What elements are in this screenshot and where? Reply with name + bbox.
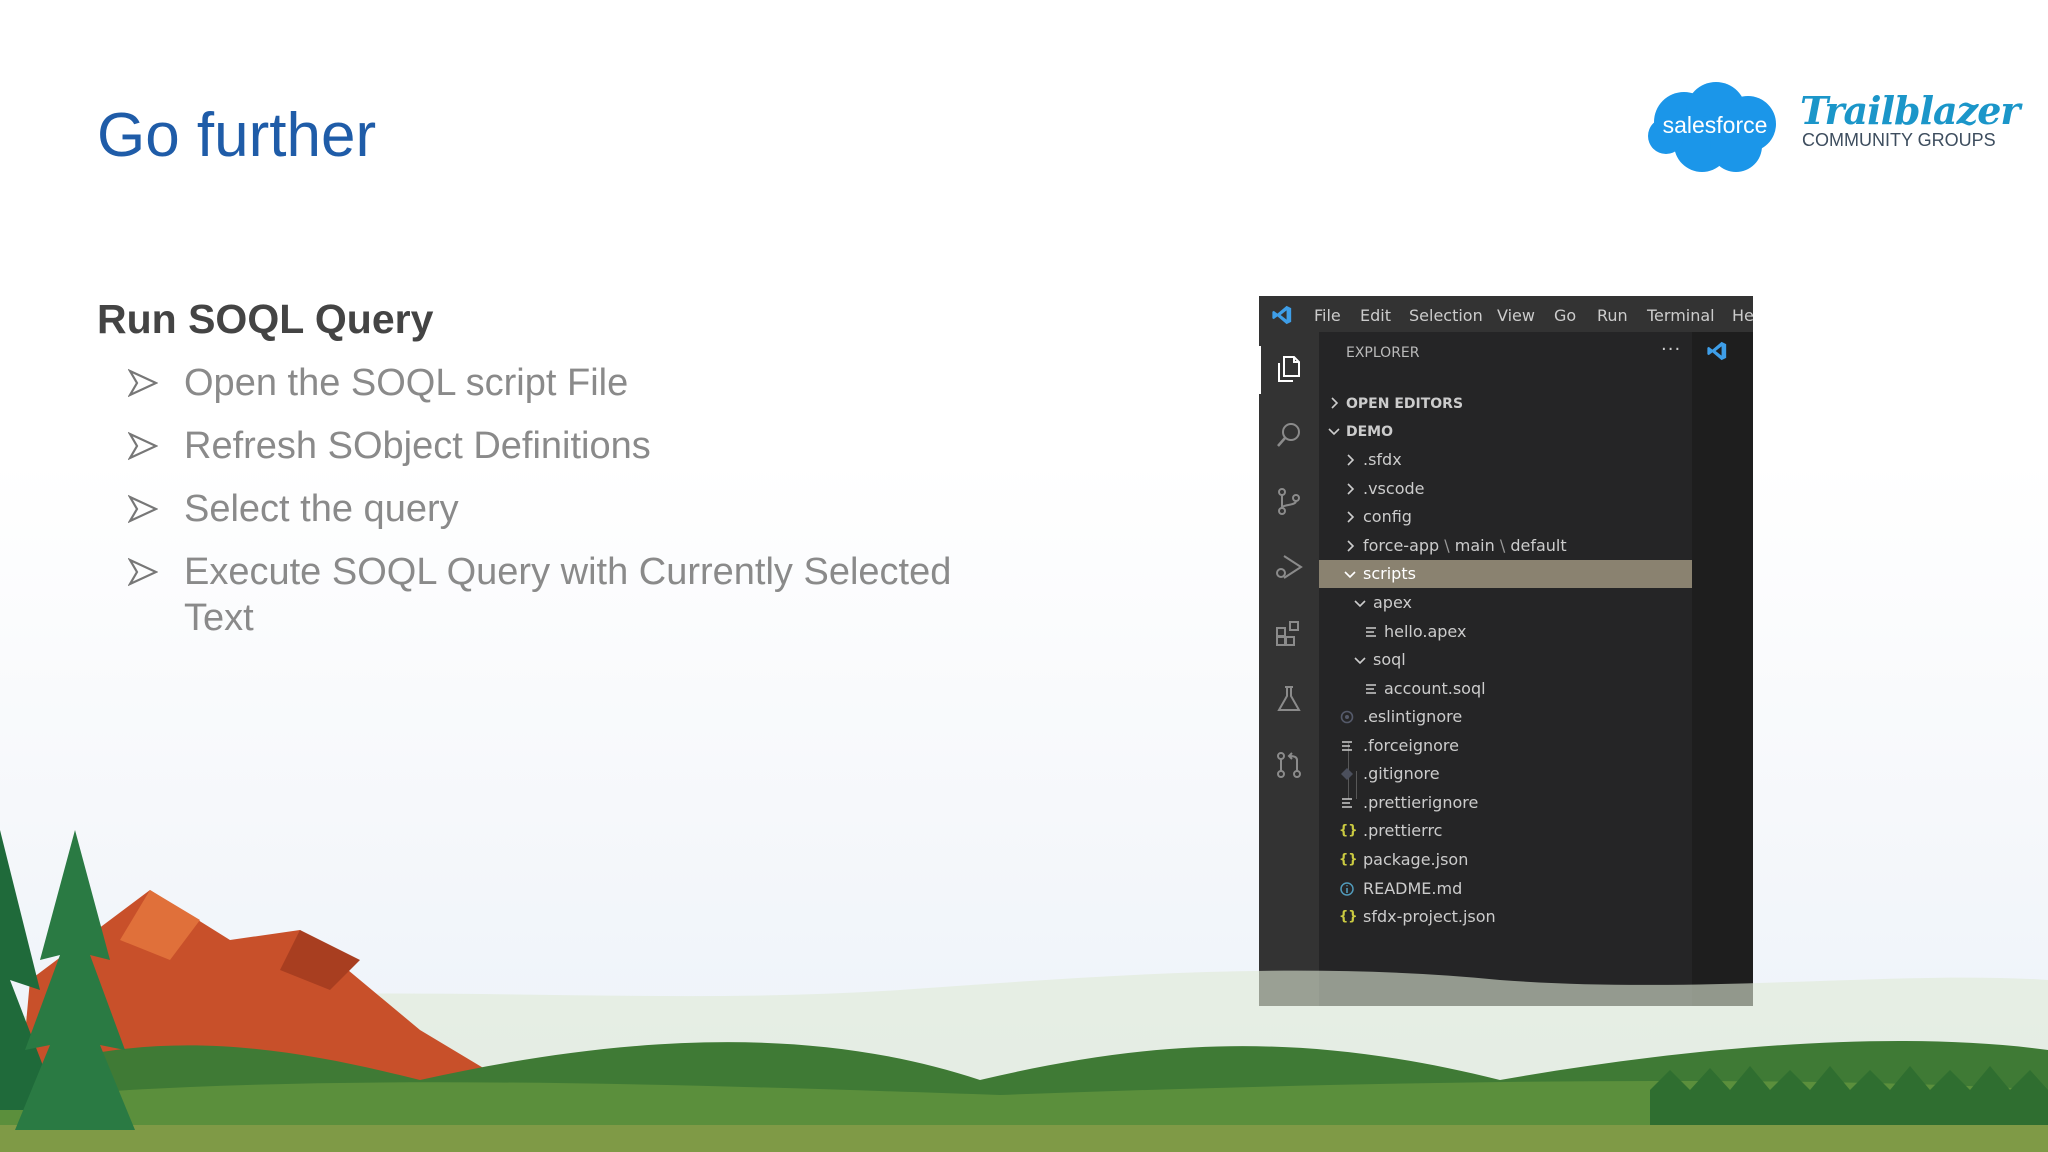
bullet-text: Open the SOQL script File <box>184 362 629 404</box>
git-icon <box>1341 768 1353 780</box>
explorer-icon[interactable] <box>1274 354 1304 384</box>
text-file-icon <box>1342 741 1352 751</box>
extensions-icon[interactable] <box>1274 618 1304 648</box>
eslint-icon <box>1340 710 1354 724</box>
bullet-item: Select the query <box>128 486 1008 532</box>
path-segment: force-app <box>1363 536 1440 555</box>
arrow-bullet-icon <box>128 494 158 524</box>
chevron-down-icon <box>1354 600 1366 608</box>
tree-label: .sfdx <box>1363 450 1402 469</box>
menu-view[interactable]: View <box>1497 306 1535 325</box>
tree-label: hello.apex <box>1384 622 1467 641</box>
tree-folder-sfdx[interactable]: .sfdx <box>1319 446 1692 474</box>
text-file-icon <box>1366 627 1376 637</box>
tree-label: apex <box>1373 593 1412 612</box>
chevron-right-icon <box>1331 397 1339 409</box>
tree-file-gitignore[interactable]: .gitignore <box>1319 760 1692 788</box>
arrow-bullet-icon <box>128 557 158 587</box>
tree-label: .vscode <box>1363 479 1425 498</box>
bullet-text: Refresh SObject Definitions <box>184 425 651 467</box>
tree-label: account.soql <box>1384 679 1486 698</box>
testing-icon[interactable] <box>1274 684 1304 714</box>
slide: Go further salesforce Trailblazer COMMUN… <box>0 0 2048 1152</box>
tree-folder-scripts[interactable]: scripts <box>1319 560 1692 588</box>
demo-section[interactable]: DEMO <box>1319 418 1692 446</box>
tree-label: config <box>1363 507 1412 526</box>
menu-file[interactable]: File <box>1314 306 1341 325</box>
menu-terminal[interactable]: Terminal <box>1647 306 1715 325</box>
menu-bar: File Edit Selection View Go Run Terminal… <box>1259 296 1753 332</box>
tree-folder-force-app[interactable]: force-app \ main \ default <box>1319 532 1692 560</box>
tree-label: scripts <box>1363 564 1416 583</box>
community-groups-label: COMMUNITY GROUPS <box>1802 130 1996 150</box>
tree-file-forceignore[interactable]: .forceignore <box>1319 732 1692 760</box>
arrow-bullet-icon <box>128 431 158 461</box>
tree-file-eslintignore[interactable]: .eslintignore <box>1319 703 1692 731</box>
menu-selection[interactable]: Selection <box>1409 306 1483 325</box>
salesforce-wordmark: salesforce <box>1662 112 1768 138</box>
chevron-right-icon <box>1347 454 1355 466</box>
tree-file-account-soql[interactable]: account.soql <box>1319 675 1692 703</box>
tree-folder-apex[interactable]: apex <box>1319 589 1692 617</box>
section-title: Run SOQL Query <box>97 296 434 342</box>
tree-label: .eslintignore <box>1363 707 1463 726</box>
menu-edit[interactable]: Edit <box>1360 306 1391 325</box>
tree-folder-soql[interactable]: soql <box>1319 646 1692 674</box>
tree-file-hello-apex[interactable]: hello.apex <box>1319 618 1692 646</box>
tree-label: .gitignore <box>1363 764 1440 783</box>
bullet-text: Execute SOQL Query with Currently Select… <box>184 551 952 639</box>
path-segment: default <box>1510 536 1567 555</box>
menu-help[interactable]: He <box>1732 306 1753 325</box>
text-file-icon <box>1366 684 1376 694</box>
explorer-title: EXPLORER <box>1346 345 1420 361</box>
chevron-right-icon <box>1347 511 1355 523</box>
chevron-down-icon <box>1344 571 1356 579</box>
vscode-watermark-icon <box>1707 341 1727 361</box>
tree-label: force-app \ main \ default <box>1363 536 1567 555</box>
menu-go[interactable]: Go <box>1554 306 1576 325</box>
landscape-illustration <box>0 830 2048 1152</box>
search-icon[interactable] <box>1274 420 1304 450</box>
active-indicator <box>1259 346 1261 394</box>
chevron-down-icon <box>1328 428 1340 436</box>
chevron-right-icon <box>1347 540 1355 552</box>
run-debug-icon[interactable] <box>1274 552 1304 582</box>
open-editors-label: OPEN EDITORS <box>1346 396 1464 412</box>
vscode-logo-icon <box>1272 305 1292 325</box>
open-editors-section[interactable]: OPEN EDITORS <box>1319 390 1692 418</box>
tree-folder-config[interactable]: config <box>1319 503 1692 531</box>
path-separator: \ <box>1499 536 1506 555</box>
demo-label: DEMO <box>1346 424 1394 440</box>
bullet-list: Open the SOQL script File Refresh SObjec… <box>128 360 1008 658</box>
bullet-text: Select the query <box>184 488 459 530</box>
chevron-right-icon <box>1347 483 1355 495</box>
path-separator: \ <box>1444 536 1450 555</box>
more-actions-icon[interactable]: ··· <box>1661 339 1681 360</box>
slide-title: Go further <box>97 101 377 170</box>
path-segment: main <box>1454 536 1495 555</box>
chevron-down-icon <box>1354 657 1366 665</box>
trailblazer-wordmark: Trailblazer <box>1800 88 2020 133</box>
arrow-bullet-icon <box>128 368 158 398</box>
bullet-item: Execute SOQL Query with Currently Select… <box>128 549 1008 641</box>
tree-label: soql <box>1373 650 1406 669</box>
pull-request-icon[interactable] <box>1274 750 1304 780</box>
tree-label: .forceignore <box>1363 736 1459 755</box>
tree-folder-vscode[interactable]: .vscode <box>1319 475 1692 503</box>
trailblazer-logo: salesforce Trailblazer COMMUNITY GROUPS <box>1640 78 2020 182</box>
bullet-item: Open the SOQL script File <box>128 360 1008 406</box>
source-control-icon[interactable] <box>1274 486 1304 516</box>
bullet-item: Refresh SObject Definitions <box>128 423 1008 469</box>
menu-run[interactable]: Run <box>1597 306 1628 325</box>
